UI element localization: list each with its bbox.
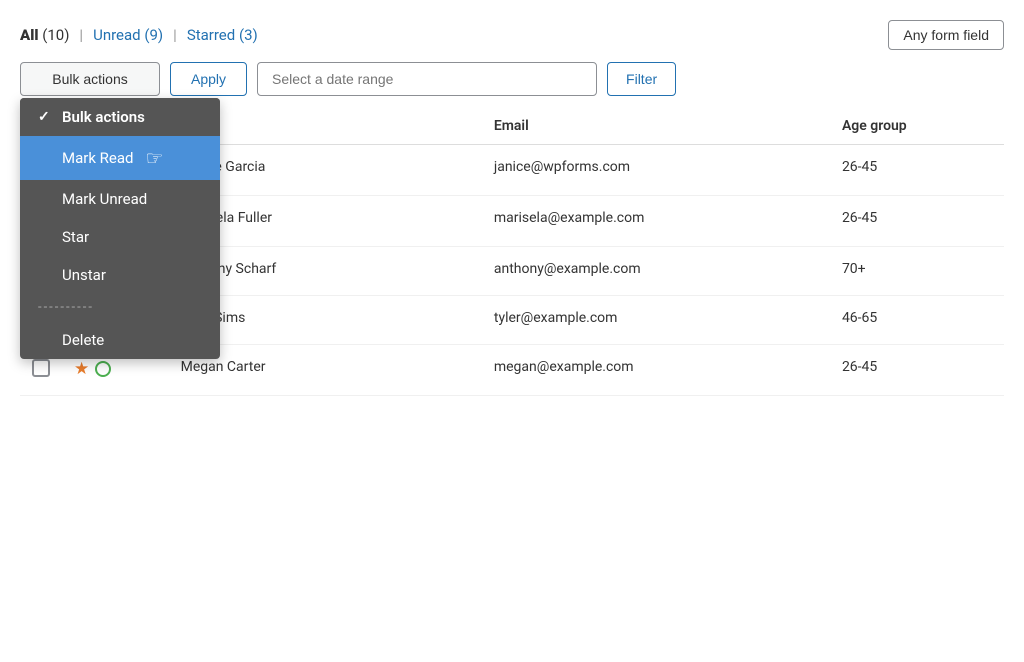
filter-tabs: All (10) | Unread (9) | Starred (3) [20,26,258,44]
any-form-field-button[interactable]: Any form field [888,20,1004,50]
bulk-actions-wrapper: Bulk actions ✓ Bulk actions Mark Read ☞ … [20,62,160,96]
cell-age-group: 26-45 [830,196,1004,247]
action-bar: Bulk actions ✓ Bulk actions Mark Read ☞ … [20,62,1004,96]
filter-button[interactable]: Filter [607,62,676,96]
cell-age-group: 70+ [830,247,1004,296]
cell-email: marisela@example.com [482,196,830,247]
cell-age-group: 26-45 [830,345,1004,396]
check-icon: ✓ [38,109,54,125]
cell-email: anthony@example.com [482,247,830,296]
dropdown-item-header[interactable]: ✓ Bulk actions [20,98,220,136]
col-email: Email [482,108,830,145]
dropdown-item-mark-read[interactable]: Mark Read ☞ [20,136,220,180]
cell-email: janice@wpforms.com [482,145,830,196]
cell-email: tyler@example.com [482,296,830,345]
separator-2: | [173,26,177,44]
date-range-input[interactable] [257,62,597,96]
checkbox[interactable] [32,359,50,377]
tab-all[interactable]: All (10) [20,26,69,44]
bulk-actions-button[interactable]: Bulk actions [20,62,160,96]
star-icon[interactable]: ★ [74,359,89,379]
cell-age-group: 26-45 [830,145,1004,196]
dropdown-item-mark-unread[interactable]: Mark Unread [20,180,220,218]
check-placeholder-5 [38,332,54,348]
bulk-actions-dropdown: ✓ Bulk actions Mark Read ☞ Mark Unread S… [20,98,220,359]
col-age-group: Age group [830,108,1004,145]
cell-age-group: 46-65 [830,296,1004,345]
dropdown-item-unstar[interactable]: Unstar [20,256,220,294]
check-placeholder [38,150,54,166]
dropdown-item-star[interactable]: Star [20,218,220,256]
dropdown-item-delete[interactable]: Delete [20,321,220,359]
main-container: All (10) | Unread (9) | Starred (3) Any … [0,0,1024,662]
check-placeholder-4 [38,267,54,283]
check-placeholder-2 [38,191,54,207]
filter-top-bar: All (10) | Unread (9) | Starred (3) Any … [20,20,1004,50]
cursor-icon: ☞ [145,146,163,170]
tab-starred[interactable]: Starred (3) [187,26,258,44]
apply-button[interactable]: Apply [170,62,247,96]
tab-unread[interactable]: Unread (9) [93,26,163,44]
dropdown-separator: ---------- [20,294,220,321]
read-status-icon [95,361,111,377]
cell-email: megan@example.com [482,345,830,396]
separator-1: | [79,26,83,44]
check-placeholder-3 [38,229,54,245]
